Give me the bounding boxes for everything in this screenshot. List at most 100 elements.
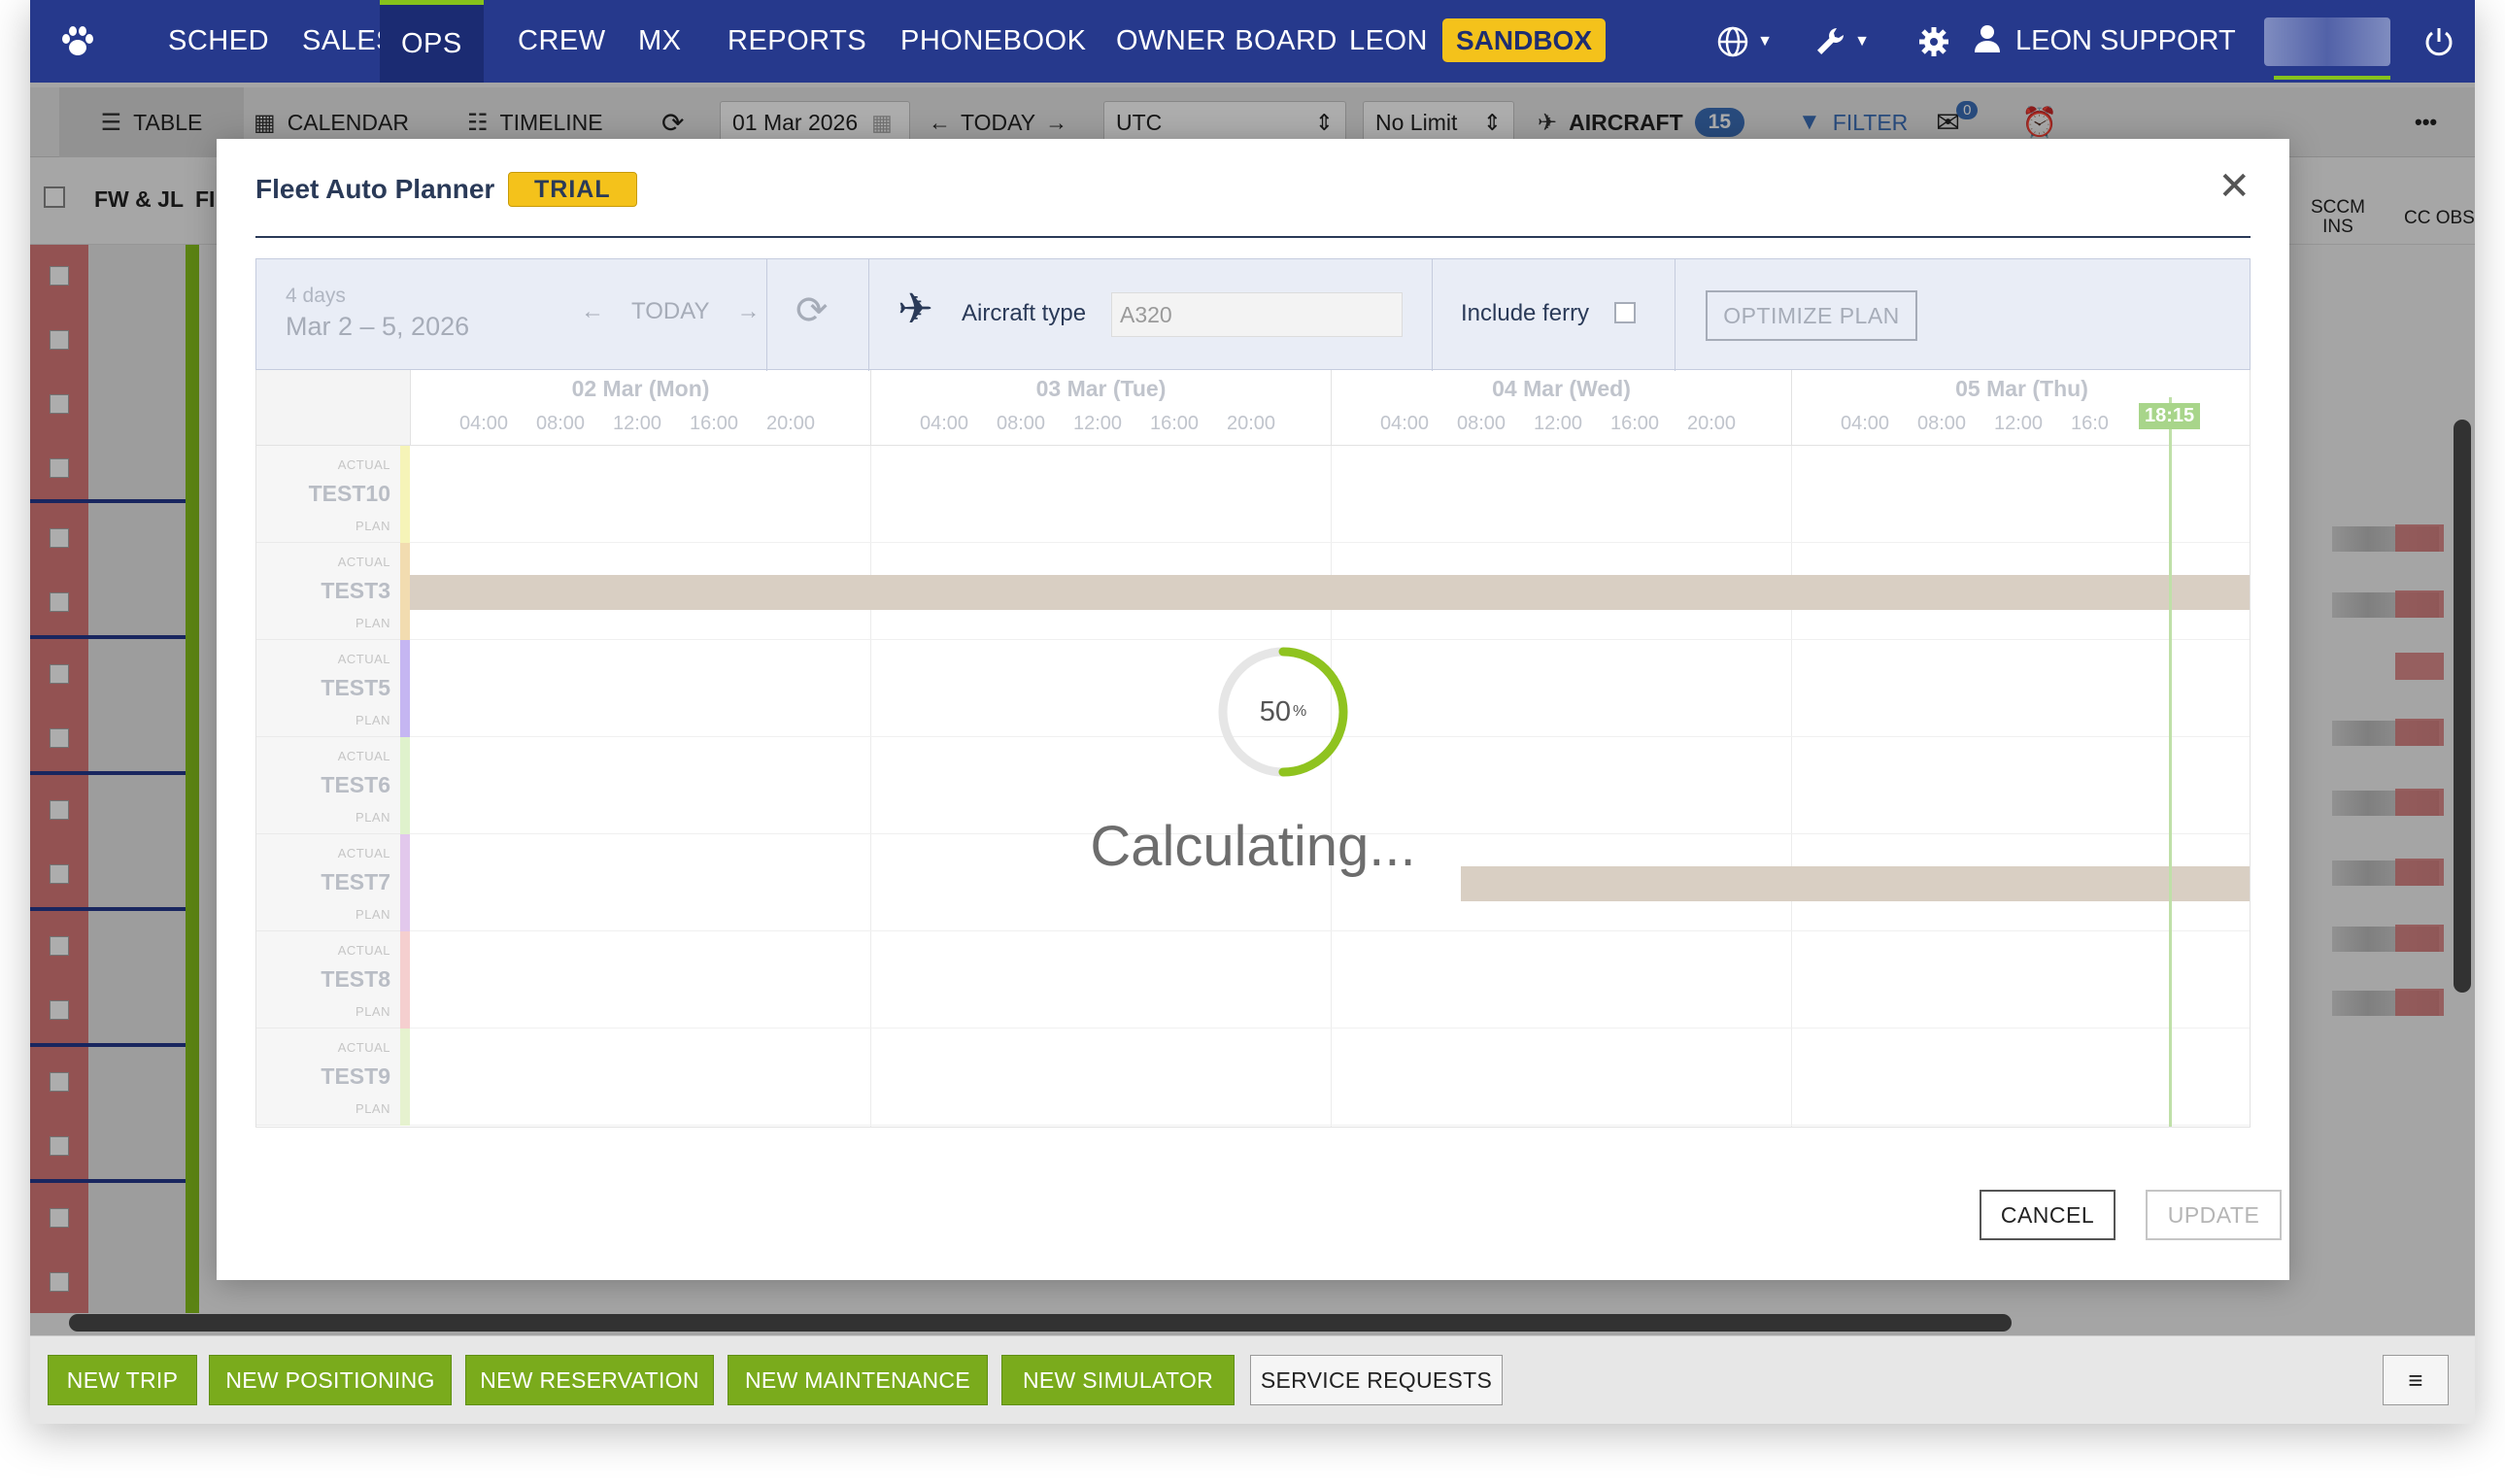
include-ferry-label: Include ferry	[1461, 300, 1590, 326]
aircraft-row-label[interactable]: ACTUAL TEST10 PLAN	[256, 446, 410, 543]
nav-phonebook[interactable]: PHONEBOOK	[879, 0, 1107, 83]
hour-tick: 04:00	[459, 413, 509, 434]
user-icon	[1973, 23, 2002, 60]
aircraft-color-swatch	[400, 446, 410, 543]
new-maintenance-button[interactable]: NEW MAINTENANCE	[728, 1355, 988, 1405]
nav-owner-board[interactable]: OWNER BOARD	[1095, 0, 1359, 83]
hamburger-menu-icon[interactable]: ≡	[2383, 1355, 2449, 1405]
new-positioning-button[interactable]: NEW POSITIONING	[209, 1355, 452, 1405]
aircraft-row-label[interactable]: ACTUAL TEST9 PLAN	[256, 1029, 410, 1126]
hour-tick: 04:00	[1380, 413, 1430, 434]
controls-separator	[1432, 259, 1433, 371]
hour-tick: 04:00	[920, 413, 969, 434]
refresh-icon[interactable]: ⟳	[796, 288, 829, 333]
update-button[interactable]: UPDATE	[2146, 1190, 2282, 1240]
aircraft-row	[410, 931, 2250, 1029]
avatar-underline	[2274, 76, 2390, 80]
close-icon[interactable]: ✕	[2217, 164, 2251, 209]
include-ferry-checkbox[interactable]	[1614, 302, 1636, 323]
prev-arrow-icon[interactable]: ←	[581, 298, 604, 325]
hour-tick: 08:00	[536, 413, 586, 434]
current-time-line	[2169, 397, 2172, 1127]
dialog-title: Fleet Auto Planner	[255, 174, 495, 204]
aircraft-row-label[interactable]: ACTUAL TEST3 PLAN	[256, 543, 410, 640]
nav-leon[interactable]: LEON	[1328, 0, 1449, 83]
new-trip-button[interactable]: NEW TRIP	[48, 1355, 197, 1405]
aircraft-name: TEST6	[321, 772, 390, 797]
progress-value: 50%	[1259, 695, 1307, 727]
controls-separator	[1675, 259, 1676, 371]
hour-tick: 12:00	[613, 413, 662, 434]
new-simulator-button[interactable]: NEW SIMULATOR	[1001, 1355, 1235, 1405]
sandbox-badge: SANDBOX	[1442, 18, 1607, 62]
nav-crew[interactable]: CREW	[496, 0, 627, 83]
title-divider	[255, 236, 2251, 238]
aircraft-row	[410, 543, 2250, 640]
today-button[interactable]: TODAY	[631, 298, 709, 325]
hour-tick: 04:00	[1841, 413, 1890, 434]
aircraft-type-input[interactable]	[1111, 292, 1403, 337]
day-title: 04 Mar (Wed)	[1492, 376, 1631, 401]
hour-tick: 16:0	[2071, 413, 2109, 434]
power-icon[interactable]	[2410, 0, 2468, 83]
gear-icon[interactable]	[1895, 0, 1973, 83]
hour-tick: 20:00	[1227, 413, 1276, 434]
aircraft-row	[410, 1029, 2250, 1126]
day-header: 03 Mar (Tue) 04:00 08:00 12:00 16:00 20:…	[870, 370, 1331, 446]
hour-tick: 16:00	[690, 413, 739, 434]
day-header: 04 Mar (Wed) 04:00 08:00 12:00 16:00 20:…	[1331, 370, 1791, 446]
aircraft-name: TEST10	[308, 481, 390, 506]
aircraft-row-label[interactable]: ACTUAL TEST8 PLAN	[256, 931, 410, 1029]
hour-tick: 16:00	[1150, 413, 1200, 434]
aircraft-color-swatch	[400, 640, 410, 737]
hour-tick: 16:00	[1610, 413, 1660, 434]
paw-logo-icon[interactable]	[40, 0, 116, 83]
current-time-label: 18:15	[2139, 403, 2201, 429]
fleet-auto-planner-dialog: Fleet Auto Planner TRIAL ✕ 4 days Mar 2 …	[217, 139, 2289, 1280]
day-title: 05 Mar (Thu)	[1955, 376, 2088, 401]
day-title: 02 Mar (Mon)	[571, 376, 710, 401]
cancel-button[interactable]: CANCEL	[1980, 1190, 2116, 1240]
period-length: 4 days	[286, 285, 346, 307]
aircraft-name: TEST3	[321, 578, 390, 603]
period-nav: ← TODAY →	[567, 298, 773, 325]
calculating-status: Calculating...	[1090, 815, 1416, 878]
day-title: 03 Mar (Tue)	[1035, 376, 1167, 401]
service-requests-button[interactable]: SERVICE REQUESTS	[1250, 1355, 1503, 1405]
nav-mx[interactable]: MX	[617, 0, 703, 83]
aircraft-name: TEST9	[321, 1063, 390, 1089]
user-name: LEON SUPPORT	[2015, 25, 2236, 56]
hour-tick: 12:00	[1073, 413, 1123, 434]
globe-icon[interactable]: ▼	[1701, 0, 1788, 83]
hour-tick: 20:00	[1687, 413, 1737, 434]
aircraft-color-swatch	[400, 931, 410, 1029]
new-reservation-button[interactable]: NEW RESERVATION	[465, 1355, 714, 1405]
hour-tick: 08:00	[1457, 413, 1506, 434]
aircraft-color-swatch	[400, 543, 410, 640]
user-menu[interactable]: LEON SUPPORT	[1973, 0, 2236, 83]
trial-badge: TRIAL	[508, 172, 637, 207]
top-nav: SCHED SALES OPS CREW MX REPORTS PHONEBOO…	[30, 0, 2475, 83]
hour-tick: 20:00	[766, 413, 816, 434]
gantt-corner	[256, 370, 410, 446]
maintenance-bar[interactable]	[410, 575, 2250, 610]
nav-sched[interactable]: SCHED	[147, 0, 290, 83]
progress-spinner: 50%	[1215, 644, 1351, 780]
aircraft-row-label[interactable]: ACTUAL TEST5 PLAN	[256, 640, 410, 737]
hour-tick: 08:00	[1917, 413, 1967, 434]
aircraft-color-swatch	[400, 1029, 410, 1126]
aircraft-name: TEST8	[321, 966, 390, 992]
next-arrow-icon[interactable]: →	[736, 298, 760, 325]
airplane-icon: ✈	[897, 286, 933, 333]
planner-controls: 4 days Mar 2 – 5, 2026 ← TODAY → ⟳ ✈ Air…	[255, 258, 2251, 371]
hour-tick: 12:00	[1994, 413, 2044, 434]
hour-tick: 12:00	[1534, 413, 1583, 434]
period-range: Mar 2 – 5, 2026	[286, 312, 470, 341]
nav-reports[interactable]: REPORTS	[706, 0, 888, 83]
wrench-icon[interactable]: ▼	[1798, 0, 1885, 83]
nav-ops[interactable]: OPS	[380, 0, 484, 83]
day-header: 02 Mar (Mon) 04:00 08:00 12:00 16:00 20:…	[410, 370, 870, 446]
avatar[interactable]	[2264, 17, 2390, 66]
optimize-plan-button[interactable]: OPTIMIZE PLAN	[1706, 290, 1917, 341]
controls-separator	[868, 259, 869, 371]
